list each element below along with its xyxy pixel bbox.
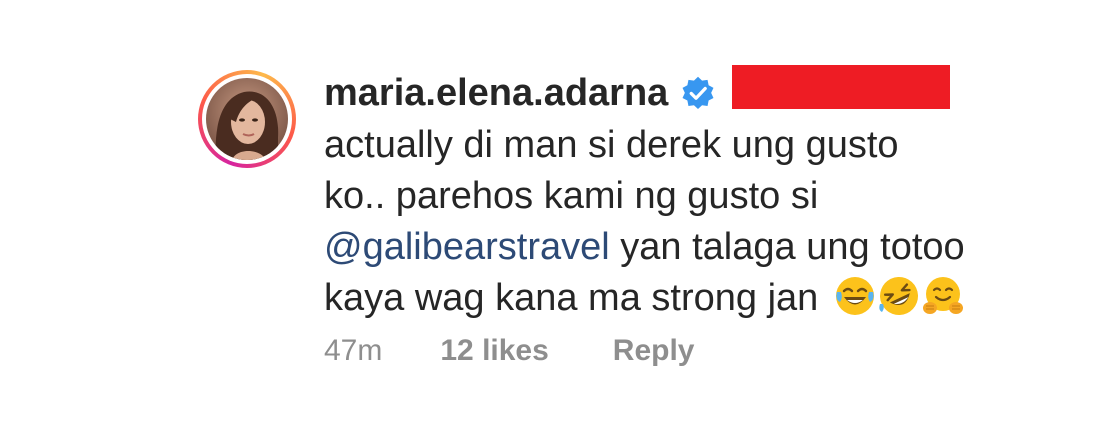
reply-button[interactable]: Reply: [613, 334, 695, 368]
hugging-face-icon: [922, 277, 963, 314]
comment-footer: 47m 12 likes Reply: [324, 334, 695, 368]
comment-header: maria.elena.adarna: [324, 65, 951, 116]
comment: maria.elena.adarna actually di man si de…: [198, 65, 1078, 390]
comment-text-line1: actually di man si derek ung gusto: [324, 124, 899, 166]
avatar-photo: [206, 78, 288, 160]
rolling-on-the-floor-laughing-icon: [879, 277, 918, 315]
avatar-inner-border: [202, 74, 292, 164]
likes-count[interactable]: 12 likes: [440, 334, 548, 368]
face-with-tears-of-joy-icon: [835, 277, 874, 315]
emoji-group: [833, 274, 965, 332]
redaction-block: [732, 65, 951, 109]
verified-badge-icon: [682, 76, 714, 110]
comment-text-line2: ko.. parehos kami ng gusto si: [324, 175, 819, 217]
mention-link[interactable]: @galibearstravel: [324, 226, 610, 268]
username[interactable]: maria.elena.adarna: [324, 72, 668, 115]
avatar[interactable]: [198, 70, 296, 168]
comment-text: actually di man si derek ung gusto ko.. …: [324, 120, 1044, 332]
timestamp: 47m: [324, 334, 383, 367]
